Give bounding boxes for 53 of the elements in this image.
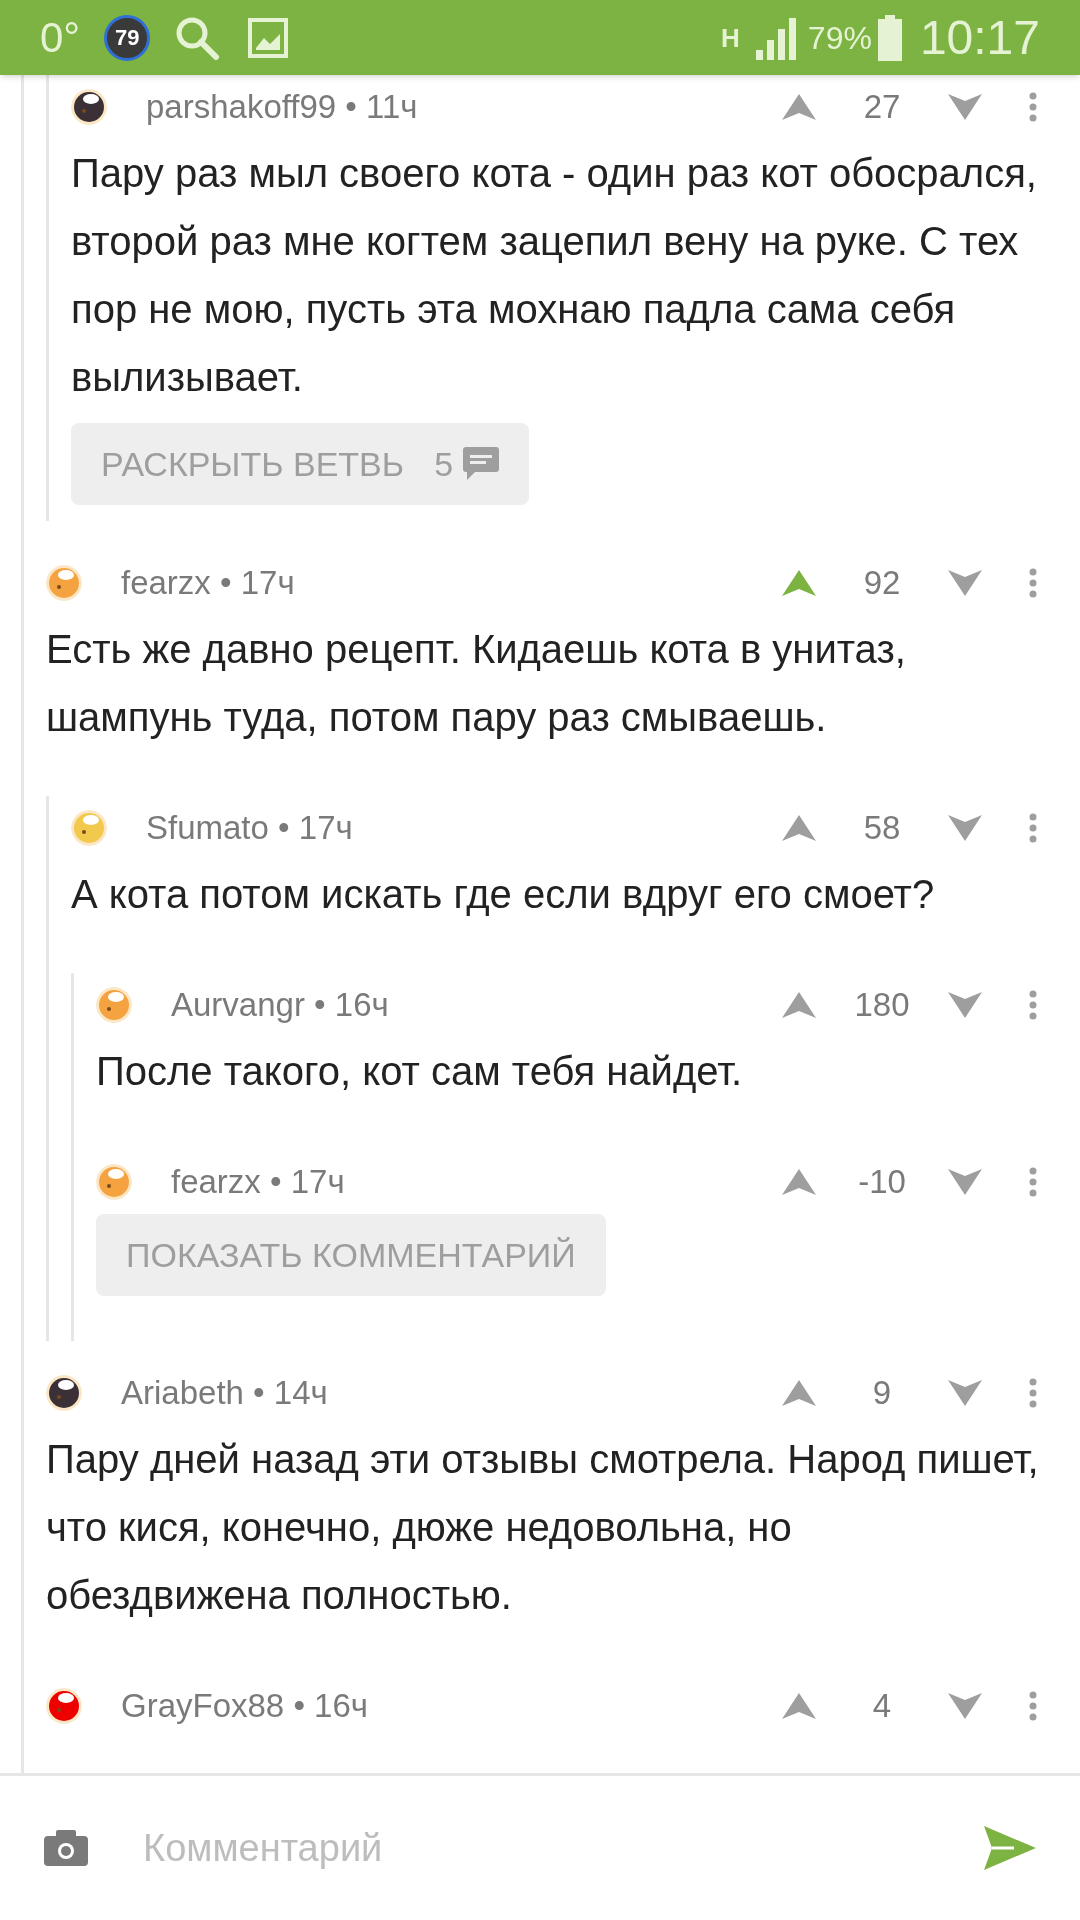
comment-text: Пару раз мыл своего кота - один раз кот обосрался, второй раз мне когтем зацепил вену на руке. С тех пор не мою, пусть эта мохнаю падла сама себя вылизывает.: [71, 150, 1038, 401]
downvote-icon[interactable]: [948, 1380, 982, 1406]
clock: 10:17: [919, 9, 1040, 66]
comment-input[interactable]: Комментарий: [143, 1819, 984, 1877]
send-icon[interactable]: [984, 1826, 1036, 1870]
image-icon: [248, 17, 289, 58]
comment-author-and-time[interactable]: fearzx • 17ч: [121, 558, 295, 608]
comment-author-and-time[interactable]: Aurvangr • 16ч: [171, 980, 389, 1030]
upvote-icon[interactable]: [782, 94, 816, 120]
show-comment-button[interactable]: ПОКАЗАТЬ КОММЕНТАРИЙ: [96, 1214, 606, 1296]
downvote-icon[interactable]: [948, 570, 982, 596]
comment-text: Есть же давно рецепт. Кидаешь кота в унитаз, шампунь туда, потом пару раз смываешь.: [46, 626, 907, 741]
downvote-icon[interactable]: [948, 1169, 982, 1195]
downvote-icon[interactable]: [948, 94, 982, 120]
comment-author-and-time[interactable]: fearzx • 17ч: [171, 1157, 345, 1207]
upvote-icon[interactable]: [782, 570, 816, 596]
more-options-icon[interactable]: [1028, 92, 1038, 122]
comment-text: А кота потом искать где если вдруг его смоет?: [71, 871, 936, 918]
battery-percent: 79%: [807, 18, 872, 58]
comment-author-and-time[interactable]: GrayFox88 • 16ч: [121, 1681, 369, 1731]
comment-author-and-time[interactable]: parshakoff99 • 11ч: [146, 82, 418, 132]
more-options-icon[interactable]: [1028, 813, 1038, 843]
upvote-icon[interactable]: [782, 992, 816, 1018]
comment-author-and-time[interactable]: Sfumato • 17ч: [146, 803, 353, 853]
upvote-icon[interactable]: [782, 1169, 816, 1195]
more-options-icon[interactable]: [1028, 990, 1038, 1020]
comment-score: 9: [871, 1373, 893, 1414]
comment-author-and-time[interactable]: Ariabeth • 14ч: [121, 1368, 328, 1418]
temperature: 0°: [40, 13, 81, 63]
downvote-icon[interactable]: [948, 992, 982, 1018]
comment-text: После такого, кот сам тебя найдет.: [96, 1048, 744, 1095]
comment-score: 58: [862, 808, 902, 849]
upvote-icon[interactable]: [782, 1380, 816, 1406]
comment-score: -10: [857, 1162, 907, 1203]
notification-badge: 79: [104, 14, 151, 61]
downvote-icon[interactable]: [948, 1693, 982, 1719]
downvote-icon[interactable]: [948, 815, 982, 841]
more-options-icon[interactable]: [1028, 1167, 1038, 1197]
comment-score: 180: [853, 985, 911, 1026]
battery-icon: [877, 14, 902, 61]
comment-icon: [463, 447, 500, 481]
network-type: H: [721, 24, 740, 51]
upvote-icon[interactable]: [782, 1693, 816, 1719]
expand-thread-button[interactable]: РАСКРЫТЬ ВЕТВЬ 5: [71, 423, 530, 505]
camera-icon[interactable]: [44, 1830, 88, 1866]
more-options-icon[interactable]: [1028, 1378, 1038, 1408]
upvote-icon[interactable]: [782, 815, 816, 841]
more-options-icon[interactable]: [1028, 1691, 1038, 1721]
comment-score: 4: [871, 1686, 893, 1727]
comment-score: 92: [862, 563, 902, 604]
comment-score: 27: [862, 87, 902, 128]
comment-text: Пару дней назад эти отзывы смотрела. Народ пишет, что кися, конечно, дюже недовольна, но обездвижена полностью.: [46, 1436, 1040, 1619]
more-options-icon[interactable]: [1028, 568, 1038, 598]
